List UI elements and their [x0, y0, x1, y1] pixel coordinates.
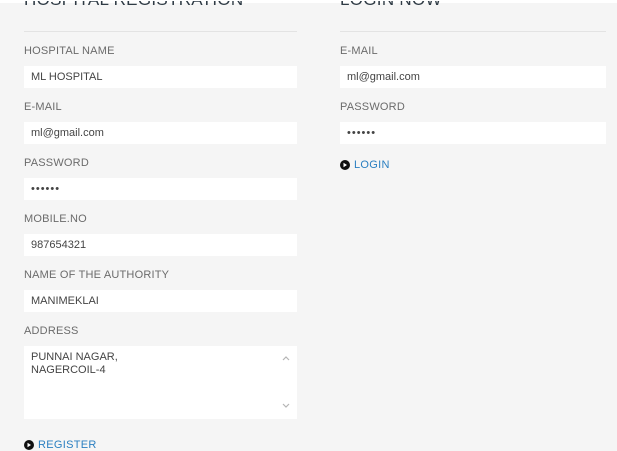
- login-title: LOGIN NOW: [340, 1, 442, 9]
- address-textarea[interactable]: PUNNAI NAGAR, NAGERCOIL-4: [24, 346, 297, 419]
- hospital-name-group: HOSPITAL NAME ML HOSPITAL: [24, 44, 297, 88]
- address-line-1: PUNNAI NAGAR,: [31, 351, 118, 363]
- login-label: LOGIN: [354, 159, 390, 171]
- register-button[interactable]: REGISTER: [24, 439, 297, 451]
- registration-email-input[interactable]: ml@gmail.com: [24, 122, 297, 144]
- registration-password-label: PASSWORD: [24, 157, 89, 169]
- hospital-name-label: HOSPITAL NAME: [24, 45, 115, 57]
- mobile-label: MOBILE.NO: [24, 213, 87, 225]
- mobile-group: MOBILE.NO 987654321: [24, 212, 297, 256]
- address-group: ADDRESS PUNNAI NAGAR, NAGERCOIL-4: [24, 324, 297, 419]
- registration-password-group: PASSWORD ••••••: [24, 156, 297, 200]
- login-form: LOGIN NOW E-MAIL ml@gmail.com PASSWORD •…: [340, 0, 606, 171]
- registration-email-group: E-MAIL ml@gmail.com: [24, 100, 297, 144]
- registration-email-label: E-MAIL: [24, 101, 62, 113]
- login-button[interactable]: LOGIN: [340, 159, 606, 171]
- address-label: ADDRESS: [24, 325, 79, 337]
- login-email-group: E-MAIL ml@gmail.com: [340, 44, 606, 88]
- hospital-name-input[interactable]: ML HOSPITAL: [24, 66, 297, 88]
- login-email-input[interactable]: ml@gmail.com: [340, 66, 606, 88]
- address-line-2: NAGERCOIL-4: [31, 364, 106, 376]
- login-password-label: PASSWORD: [340, 101, 405, 113]
- register-label: REGISTER: [38, 439, 97, 451]
- login-email-label: E-MAIL: [340, 45, 378, 57]
- authority-label: NAME OF THE AUTHORITY: [24, 269, 170, 281]
- authority-group: NAME OF THE AUTHORITY MANIMEKLAI: [24, 268, 297, 312]
- chevron-up-icon[interactable]: [281, 352, 291, 365]
- authority-input[interactable]: MANIMEKLAI: [24, 290, 297, 312]
- login-password-input[interactable]: ••••••: [340, 122, 606, 144]
- registration-form: HOSPITAL REGISTRATION HOSPITAL NAME ML H…: [24, 0, 297, 451]
- play-circle-icon: [24, 440, 34, 450]
- registration-password-input[interactable]: ••••••: [24, 178, 297, 200]
- login-heading: LOGIN NOW: [340, 1, 606, 32]
- play-circle-icon: [340, 160, 350, 170]
- mobile-input[interactable]: 987654321: [24, 234, 297, 256]
- registration-heading: HOSPITAL REGISTRATION: [24, 1, 297, 32]
- login-password-group: PASSWORD ••••••: [340, 100, 606, 144]
- registration-title: HOSPITAL REGISTRATION: [24, 1, 243, 9]
- chevron-down-icon[interactable]: [281, 400, 291, 413]
